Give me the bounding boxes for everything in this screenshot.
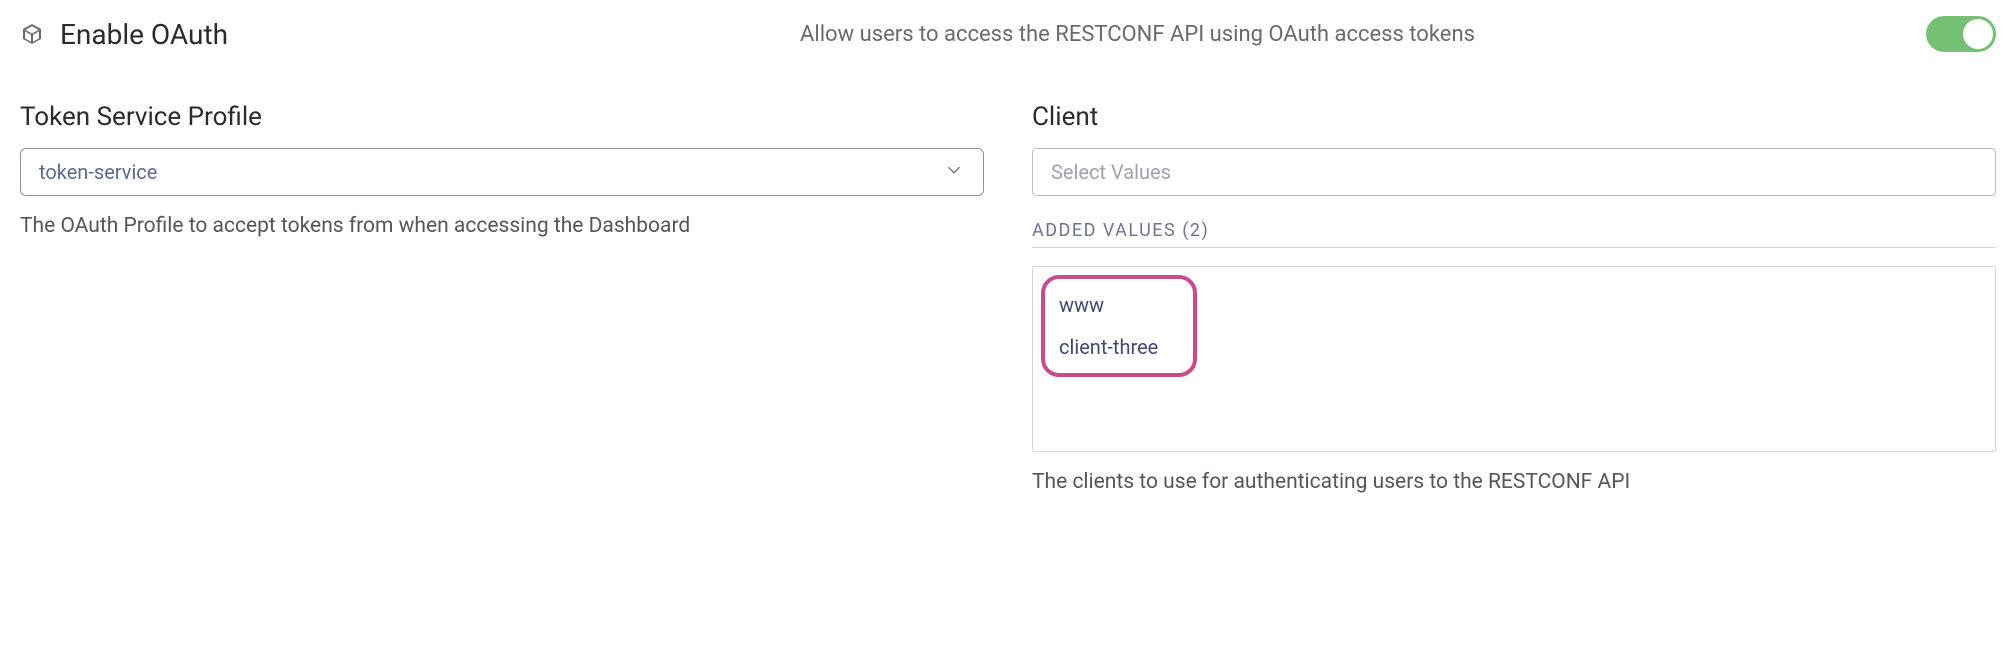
- token-profile-label: Token Service Profile: [20, 102, 984, 132]
- list-item[interactable]: client-three: [1059, 335, 1175, 359]
- client-column: Client Select Values ADDED VALUES (2) ww…: [1032, 102, 1996, 494]
- header-row: Enable OAuth Allow users to access the R…: [20, 16, 1996, 52]
- chevron-down-icon: [943, 159, 965, 186]
- client-help: The clients to use for authenticating us…: [1032, 470, 1996, 494]
- header-title: Enable OAuth: [60, 18, 228, 51]
- header-description: Allow users to access the RESTCONF API u…: [800, 22, 1475, 47]
- client-placeholder: Select Values: [1051, 160, 1171, 184]
- token-profile-column: Token Service Profile token-service The …: [20, 102, 984, 494]
- list-item[interactable]: www: [1059, 293, 1175, 317]
- added-values-area: www client-three: [1032, 266, 1996, 452]
- form-columns: Token Service Profile token-service The …: [20, 102, 1996, 494]
- highlight-annotation: www client-three: [1041, 275, 1197, 377]
- added-values-label: ADDED VALUES (2): [1032, 220, 1996, 248]
- cube-icon: [20, 22, 44, 46]
- token-profile-select[interactable]: token-service: [20, 148, 984, 196]
- enable-oauth-toggle[interactable]: [1926, 16, 1996, 52]
- token-profile-help: The OAuth Profile to accept tokens from …: [20, 214, 984, 238]
- toggle-knob: [1963, 19, 1993, 49]
- client-label: Client: [1032, 102, 1996, 132]
- header-inner: Enable OAuth Allow users to access the R…: [20, 16, 1996, 52]
- client-select-input[interactable]: Select Values: [1032, 148, 1996, 196]
- token-profile-selected: token-service: [39, 160, 157, 184]
